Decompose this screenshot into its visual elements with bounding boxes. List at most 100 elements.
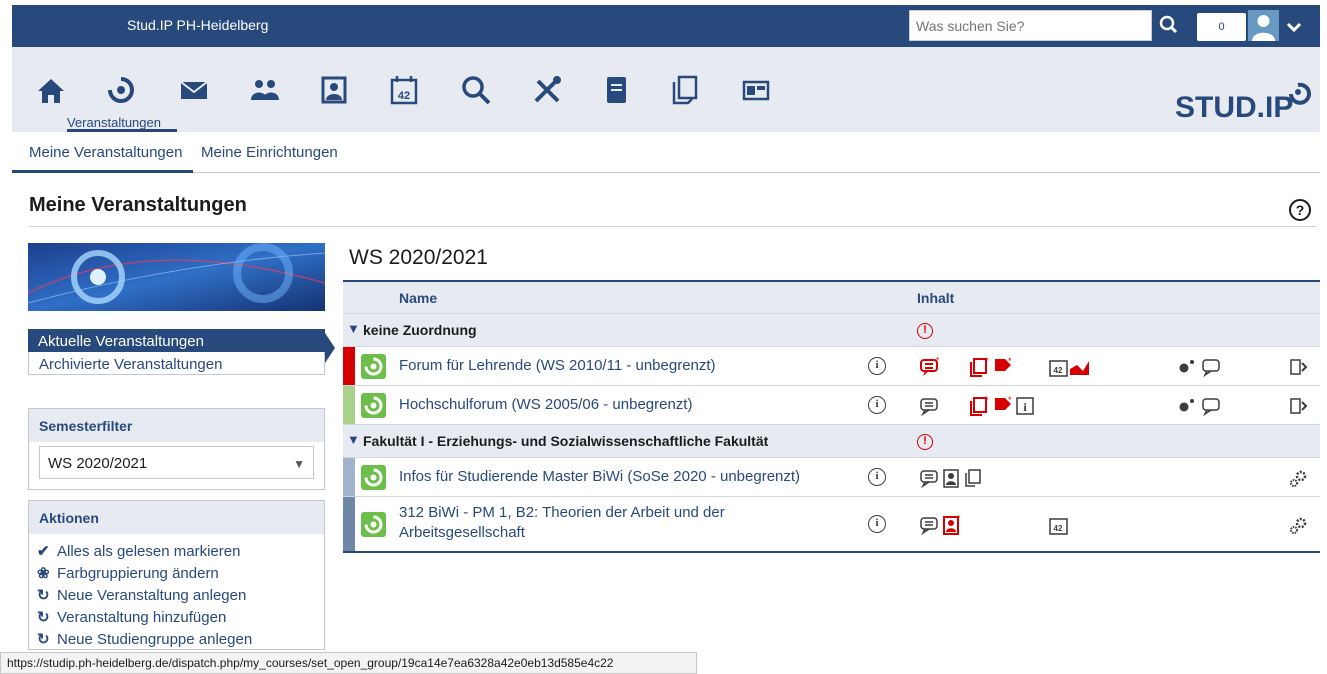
action-add-course[interactable]: ↻ Veranstaltung hinzufügen (29, 605, 324, 627)
color-marker[interactable] (343, 386, 355, 424)
search-button[interactable] (1152, 10, 1187, 41)
forum-icon[interactable] (919, 396, 941, 416)
action-new-course[interactable]: ↻ Neue Veranstaltung anlegen (29, 583, 324, 605)
files-new-icon[interactable]: * (970, 396, 992, 416)
chevron-down-icon: ▼ (293, 457, 305, 471)
svg-text:*: * (1008, 396, 1012, 405)
community-icon[interactable] (248, 73, 282, 107)
svg-text:*: * (957, 515, 960, 523)
color-marker[interactable] (343, 458, 355, 496)
search-icon (1159, 15, 1178, 34)
vote-new-icon[interactable] (1069, 357, 1091, 377)
course-icon[interactable] (361, 354, 386, 379)
semester-filter-title: Semesterfilter (29, 409, 324, 442)
info-icon[interactable]: i (868, 396, 886, 414)
help-icon[interactable]: ? (1288, 198, 1312, 222)
files-new-icon[interactable]: * (970, 357, 992, 377)
courses-icon[interactable] (104, 73, 138, 107)
action-mark-read[interactable]: ✔ Alles als gelesen markieren (29, 539, 324, 561)
action-label: Farbgruppierung ändern (57, 565, 219, 582)
svg-text:42: 42 (398, 90, 410, 102)
group-header[interactable]: ▼ keine Zuordnung ! (343, 313, 1320, 346)
studip-logo[interactable]: STUD.IP (1167, 65, 1317, 125)
course-add-icon: ↻ (37, 587, 50, 604)
color-marker[interactable] (343, 347, 355, 385)
sidebar-item-archivierte[interactable]: Archivierte Veranstaltungen (28, 352, 325, 375)
participants-list-icon[interactable] (941, 468, 963, 488)
action-new-studygroup[interactable]: ↻ Neue Studiengruppe anlegen (29, 627, 324, 649)
forum-new-icon[interactable]: * (919, 357, 941, 377)
nav-active-label[interactable]: Veranstaltungen (67, 115, 161, 130)
table-row: Infos für Studierende Master BiWi (SoSe … (343, 457, 1320, 496)
document-icon[interactable] (599, 73, 633, 107)
leave-course-icon[interactable] (1288, 357, 1310, 377)
notification-counter[interactable]: 0 (1197, 13, 1246, 41)
course-name[interactable]: 312 BiWi - PM 1, B2: Theorien der Arbeit… (399, 503, 779, 543)
search-input[interactable] (910, 11, 1145, 40)
chat-icon[interactable] (1201, 357, 1223, 377)
admin-gear-icon[interactable] (1288, 515, 1310, 535)
course-icon: ↻ (37, 609, 50, 626)
palette-icon: ❀ (37, 565, 50, 582)
course-icon[interactable] (361, 393, 386, 418)
schedule-icon[interactable]: 42 (1048, 357, 1070, 377)
home-icon[interactable] (34, 73, 68, 107)
course-name[interactable]: Infos für Studierende Master BiWi (SoSe … (399, 467, 800, 487)
sidebar-banner-image (28, 243, 325, 311)
svg-text:42: 42 (1054, 366, 1063, 375)
course-name[interactable]: Forum für Lehrende (WS 2010/11 - unbegre… (399, 356, 716, 376)
workplace-icon[interactable] (739, 73, 773, 107)
tab-meine-veranstaltungen[interactable]: Meine Veranstaltungen (29, 144, 182, 161)
action-label: Veranstaltung hinzufügen (57, 609, 227, 626)
avatar-menu-chevron-down-icon[interactable] (1284, 19, 1304, 35)
course-icon[interactable] (361, 512, 386, 537)
svg-text:*: * (985, 357, 989, 366)
profile-icon[interactable] (317, 73, 351, 107)
leave-course-icon[interactable] (1288, 396, 1310, 416)
column-inhalt: Inhalt (917, 290, 955, 306)
semester-select[interactable]: WS 2020/2021 ▼ (39, 446, 314, 479)
check-icon: ✔ (37, 543, 50, 560)
schedule-icon[interactable]: 42 (1048, 515, 1070, 535)
action-label: Alles als gelesen markieren (57, 543, 241, 560)
svg-text:*: * (936, 357, 939, 365)
column-name[interactable]: Name (399, 290, 437, 306)
messages-icon[interactable] (177, 73, 211, 107)
search-nav-icon[interactable] (459, 73, 493, 107)
participants-icon[interactable] (1177, 396, 1199, 416)
avatar[interactable] (1248, 10, 1279, 41)
page-title: Meine Veranstaltungen (29, 194, 247, 216)
participants-new-icon[interactable]: * (941, 515, 963, 535)
forum-icon[interactable] (919, 468, 941, 488)
info-icon[interactable]: i (868, 515, 886, 533)
participants-icon[interactable] (1177, 357, 1199, 377)
forum-icon[interactable] (919, 515, 941, 535)
info-icon[interactable]: i (868, 357, 886, 375)
alert-icon: ! (917, 323, 933, 339)
info-page-icon[interactable]: i (1015, 396, 1037, 416)
files-icon[interactable] (963, 468, 985, 488)
course-name[interactable]: Hochschulforum (WS 2005/06 - unbegrenzt) (399, 395, 692, 415)
files-icon[interactable] (668, 73, 702, 107)
wiki-new-icon[interactable]: * (993, 396, 1015, 416)
wiki-new-icon[interactable]: * (993, 357, 1015, 377)
admin-gear-icon[interactable] (1288, 468, 1310, 488)
tab-meine-einrichtungen[interactable]: Meine Einrichtungen (201, 144, 338, 161)
top-bar: Stud.IP PH-Heidelberg 0 (12, 5, 1320, 47)
schedule-icon[interactable]: 42 (387, 73, 421, 107)
color-marker[interactable] (343, 497, 355, 551)
group-name: keine Zuordnung (363, 322, 477, 338)
chat-icon[interactable] (1201, 396, 1223, 416)
site-name[interactable]: Stud.IP PH-Heidelberg (127, 17, 268, 33)
action-label: Neue Veranstaltung anlegen (57, 587, 247, 604)
active-pointer (325, 333, 335, 363)
course-icon[interactable] (361, 465, 386, 490)
info-icon[interactable]: i (868, 468, 886, 486)
group-header[interactable]: ▼ Fakultät I - Erziehungs- und Sozialwis… (343, 424, 1320, 457)
table-bottom-rule (343, 551, 1320, 553)
table-row: Hochschulforum (WS 2005/06 - unbegrenzt)… (343, 385, 1320, 424)
action-color-grouping[interactable]: ❀ Farbgruppierung ändern (29, 561, 324, 583)
tools-icon[interactable] (530, 73, 564, 107)
table-row: 312 BiWi - PM 1, B2: Theorien der Arbeit… (343, 496, 1320, 551)
sidebar-item-aktuelle[interactable]: Aktuelle Veranstaltungen (28, 329, 325, 352)
